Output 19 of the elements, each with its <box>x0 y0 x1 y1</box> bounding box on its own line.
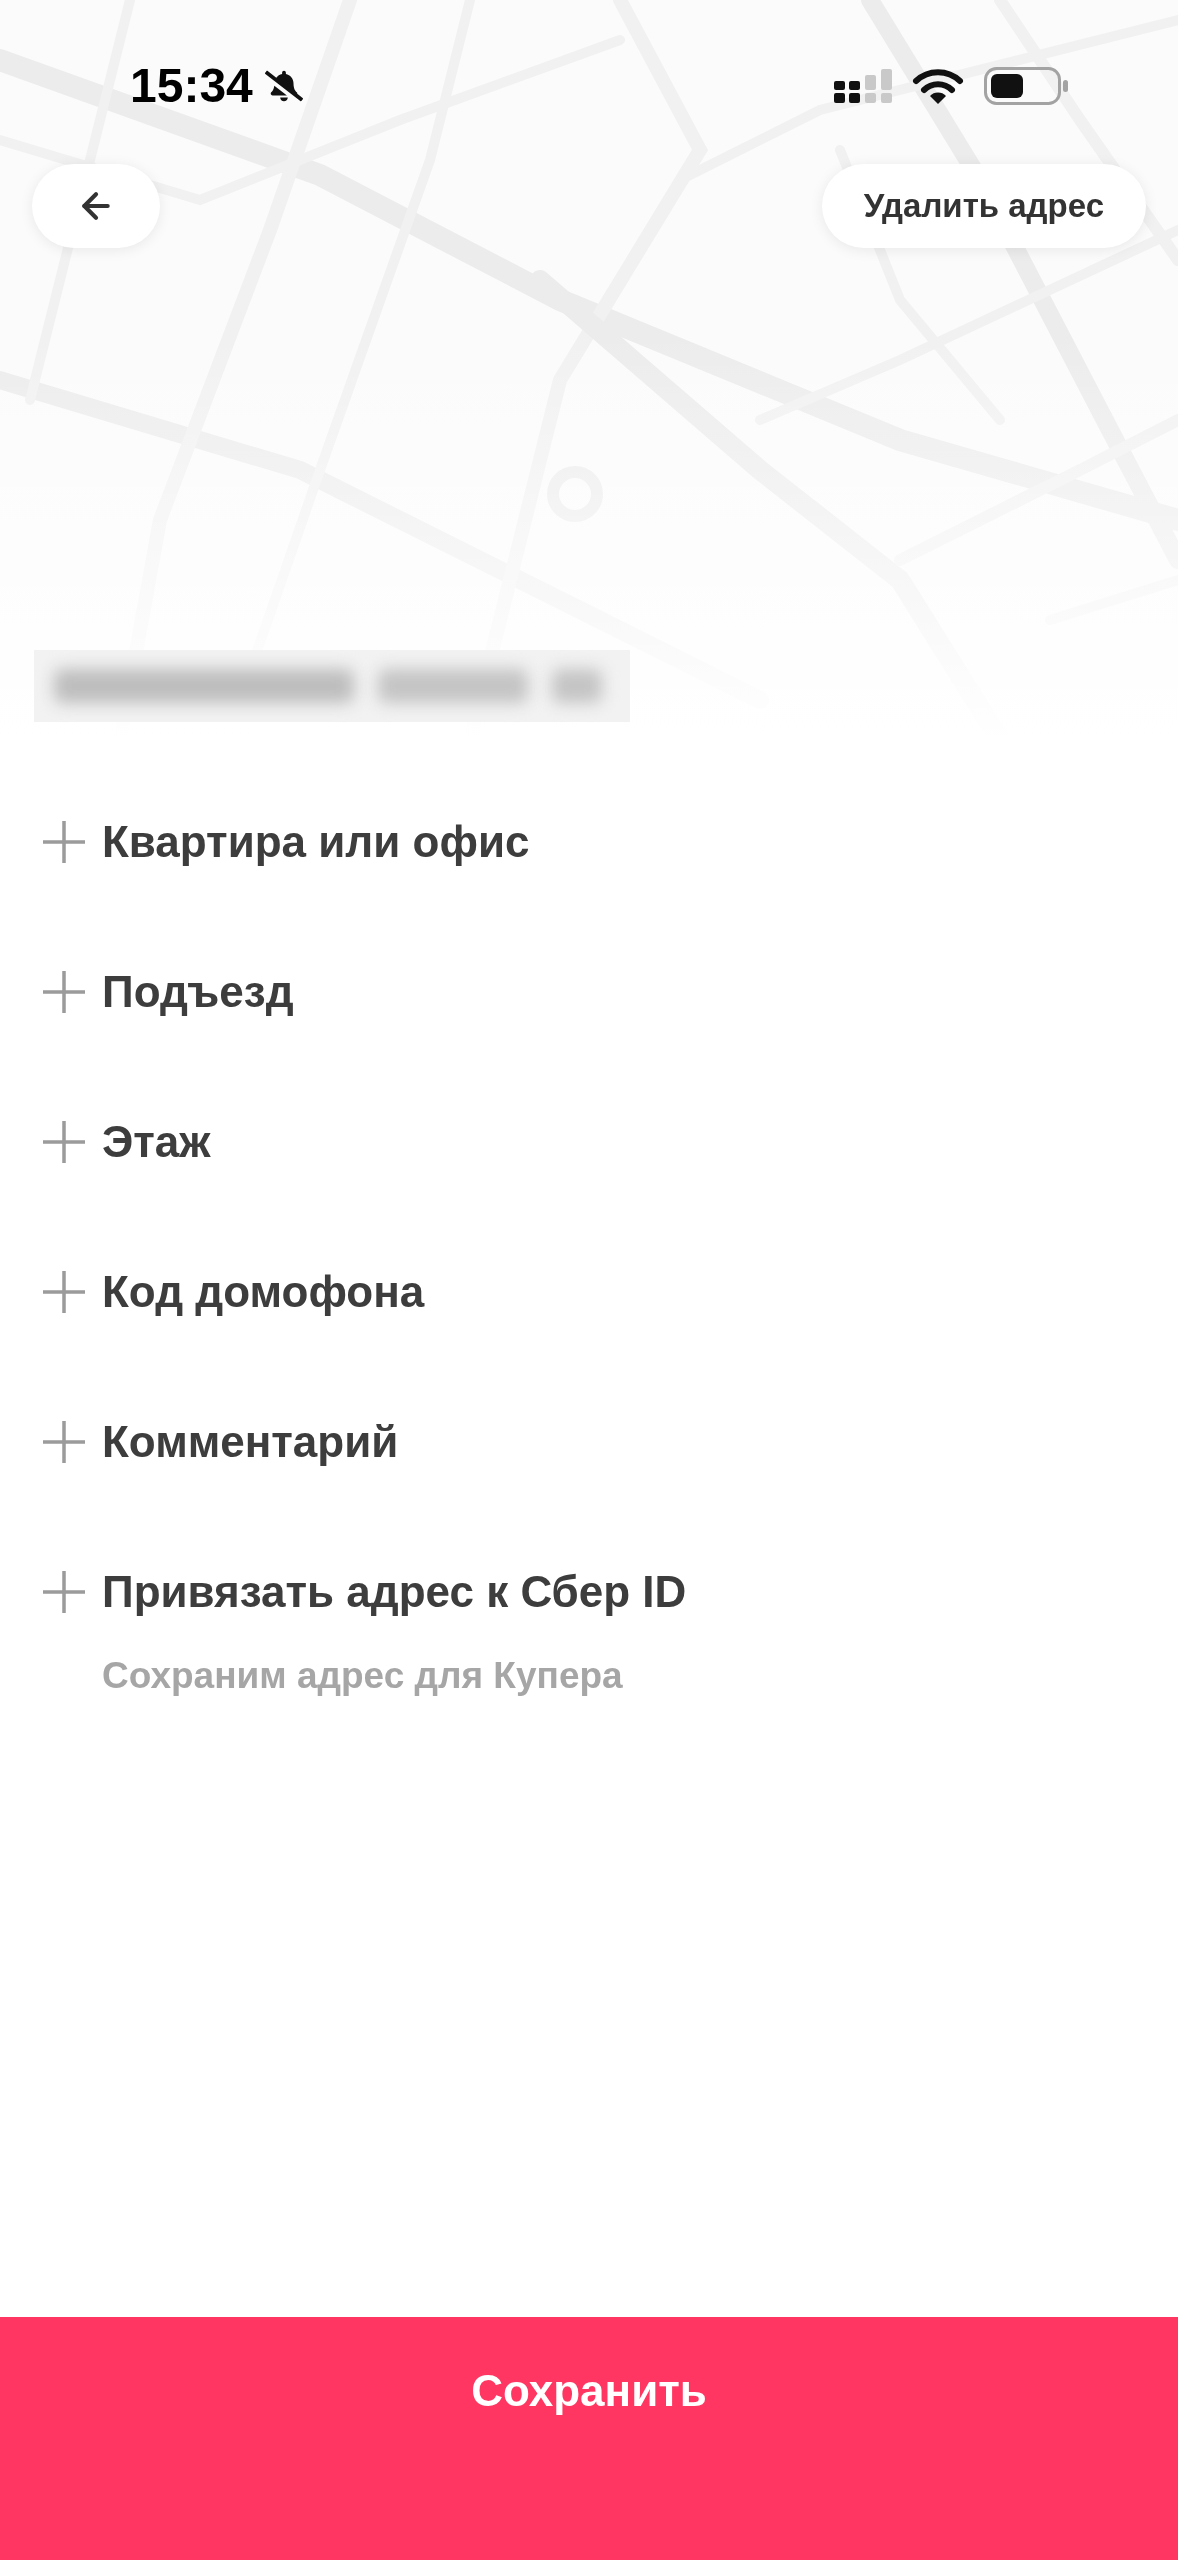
add-field-button[interactable]: Подъезд <box>43 950 294 1034</box>
add-field-button[interactable]: Привязать адрес к Сбер ID <box>43 1550 687 1634</box>
plus-icon <box>43 1271 85 1313</box>
save-button[interactable]: Сохранить <box>0 2317 1178 2560</box>
plus-icon <box>43 971 85 1013</box>
signal-icon <box>834 69 892 103</box>
status-time: 15:34 <box>130 58 253 114</box>
battery-icon <box>984 67 1068 105</box>
plus-icon <box>43 1121 85 1163</box>
plus-icon <box>43 1571 85 1613</box>
add-field-button[interactable]: Квартира или офис <box>43 800 530 884</box>
wifi-icon <box>912 67 964 105</box>
plus-icon <box>43 1421 85 1463</box>
add-field-button[interactable]: Код домофона <box>43 1250 425 1334</box>
hint-text: Сохраним адрес для Купера <box>102 1654 623 1698</box>
add-field-button[interactable]: Этаж <box>43 1100 211 1184</box>
plus-icon <box>43 821 85 863</box>
delete-address-button[interactable]: Удалить адрес <box>821 164 1146 248</box>
add-field-button[interactable]: Комментарий <box>43 1400 399 1484</box>
